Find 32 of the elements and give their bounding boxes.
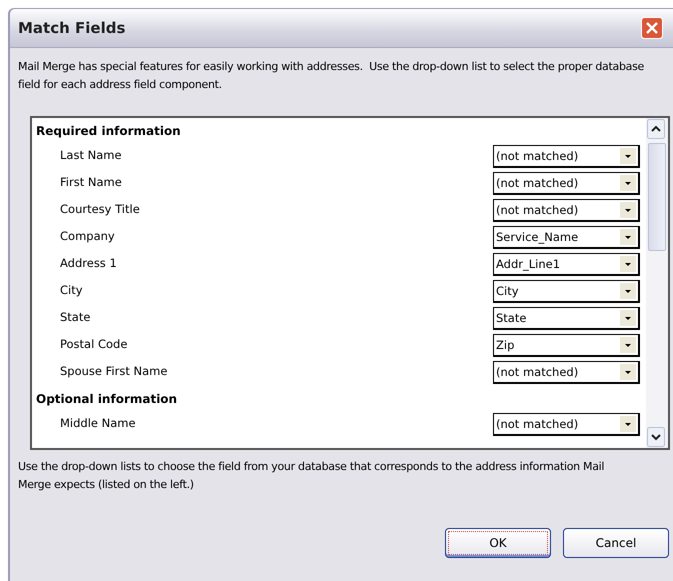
window-title: Match Fields — [18, 19, 126, 37]
field-label: Middle Name — [60, 415, 136, 432]
section-heading: Optional information — [36, 391, 178, 408]
field-dropdown[interactable]: State — [493, 307, 640, 330]
scroll-thumb[interactable] — [648, 143, 666, 251]
ok-button[interactable]: OK — [445, 528, 551, 558]
cancel-button[interactable]: Cancel — [563, 528, 669, 558]
field-dropdown[interactable]: (not matched) — [493, 199, 640, 222]
scroll-up-icon[interactable] — [647, 119, 665, 139]
section-heading: Required information — [36, 123, 182, 140]
field-dropdown[interactable]: (not matched) — [493, 413, 640, 436]
field-label: First Name — [60, 174, 122, 191]
scroll-down-icon[interactable] — [647, 427, 665, 447]
field-label: Address 1 — [60, 255, 117, 272]
field-dropdown[interactable]: (not matched) — [493, 145, 640, 168]
field-label: Spouse First Name — [60, 363, 168, 380]
field-label: Company — [60, 228, 115, 245]
field-dropdown[interactable]: Addr_Line1 — [493, 253, 640, 276]
hint-text: Use the drop-down lists to choose the field from your database that corresponds to the address information Mail Merge expects (listed on the left.) — [18, 459, 606, 493]
intro-text: Mail Merge has special features for easily working with addresses. Use the drop-down list to select the proper database field for each address field component. — [18, 59, 645, 93]
field-label: State — [60, 309, 90, 326]
field-label: Postal Code — [60, 336, 128, 353]
field-label: City — [60, 282, 83, 299]
field-dropdown[interactable]: (not matched) — [493, 361, 640, 384]
field-dropdown[interactable]: Zip — [493, 334, 640, 357]
field-dropdown[interactable]: City — [493, 280, 640, 303]
scrollbar[interactable] — [646, 118, 668, 448]
field-dropdown[interactable]: Service_Name — [493, 226, 640, 249]
field-label: Courtesy Title — [60, 201, 140, 218]
close-icon[interactable] — [641, 17, 663, 39]
field-label: Last Name — [60, 147, 122, 164]
field-dropdown[interactable]: (not matched) — [493, 172, 640, 195]
